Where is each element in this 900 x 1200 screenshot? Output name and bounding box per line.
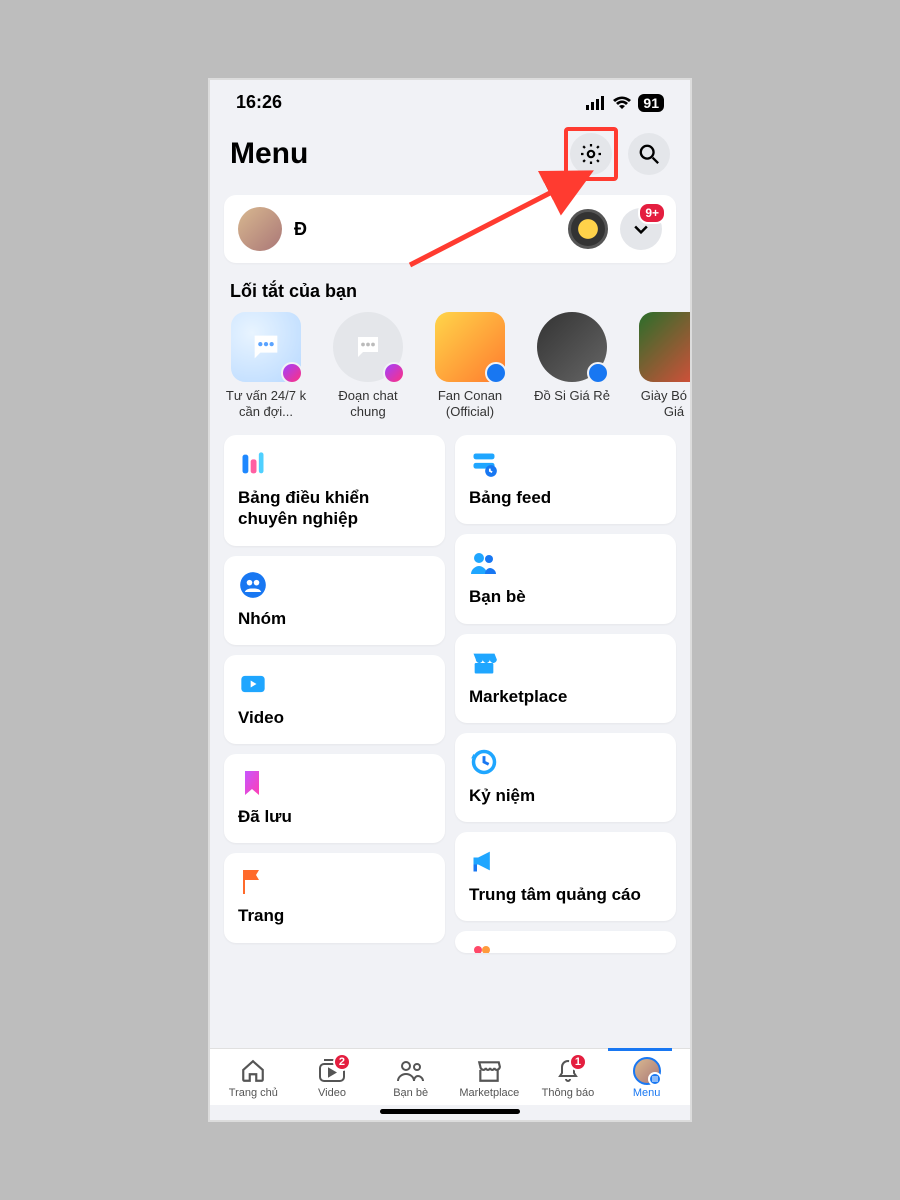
group-image xyxy=(537,312,607,382)
story-ring-icon[interactable] xyxy=(568,209,608,249)
tile-label: Bảng feed xyxy=(469,487,662,508)
profile-name: Đ xyxy=(294,219,556,240)
feed-icon xyxy=(469,449,499,479)
home-indicator xyxy=(380,1109,520,1114)
nav-video[interactable]: 2 Video xyxy=(297,1057,367,1099)
shortcut-label: Fan Conan (Official) xyxy=(428,388,512,419)
tile-partial[interactable] xyxy=(455,931,676,953)
tile-label: Đã lưu xyxy=(238,806,431,827)
group-badge-icon xyxy=(587,362,609,384)
shortcut-label: Đoạn chat chung xyxy=(326,388,410,419)
nav-label: Bạn bè xyxy=(393,1087,428,1099)
search-button[interactable] xyxy=(628,133,670,175)
tile-ads[interactable]: Trung tâm quảng cáo xyxy=(455,832,676,921)
group-image xyxy=(435,312,505,382)
nav-label: Thông báo xyxy=(542,1087,595,1099)
groups-icon xyxy=(238,570,268,600)
shortcut-item[interactable]: Giày Bó Đá Giá xyxy=(632,312,690,419)
tile-label: Nhóm xyxy=(238,608,431,629)
settings-button[interactable] xyxy=(570,133,612,175)
video-icon xyxy=(238,669,268,699)
wifi-icon xyxy=(612,96,632,110)
shortcut-label: Đồ Si Giá Rẻ xyxy=(530,388,614,404)
tile-label: Trang xyxy=(238,905,431,926)
shortcut-label: Giày Bó Đá Giá xyxy=(632,388,690,419)
page-title: Menu xyxy=(230,137,308,171)
profile-avatar xyxy=(238,207,282,251)
tile-dashboard[interactable]: Bảng điều khiển chuyên nghiệp xyxy=(224,435,445,546)
shortcuts-title: Lối tắt của bạn xyxy=(210,263,690,312)
nav-menu[interactable]: Menu xyxy=(612,1057,682,1099)
messenger-badge-icon xyxy=(383,362,405,384)
tile-video[interactable]: Video xyxy=(224,655,445,744)
status-right: 91 xyxy=(586,94,664,112)
clock-icon xyxy=(469,747,499,777)
tile-memories[interactable]: Kỷ niệm xyxy=(455,733,676,822)
signal-icon xyxy=(586,96,606,110)
phone-screen: 16:26 91 Menu Đ 9+ xyxy=(210,80,690,1120)
shortcuts-row[interactable]: Tư vấn 24/7 k cần đợi... Đoạn chat chung… xyxy=(210,312,690,419)
chat-bubble-icon xyxy=(333,312,403,382)
partial-icon xyxy=(469,935,499,953)
tile-saved[interactable]: Đã lưu xyxy=(224,754,445,843)
tile-label: Marketplace xyxy=(469,686,662,707)
tile-groups[interactable]: Nhóm xyxy=(224,556,445,645)
accounts-switcher-button[interactable]: 9+ xyxy=(620,208,662,250)
friends-nav-icon xyxy=(396,1059,426,1083)
group-badge-icon xyxy=(485,362,507,384)
nav-friends[interactable]: Bạn bè xyxy=(376,1057,446,1099)
shortcut-item[interactable]: Tư vấn 24/7 k cần đợi... xyxy=(224,312,308,419)
page-header: Menu xyxy=(210,119,690,195)
tile-pages[interactable]: Trang xyxy=(224,853,445,942)
friends-icon xyxy=(469,548,499,578)
tile-label: Bảng điều khiển chuyên nghiệp xyxy=(238,487,431,530)
status-time: 16:26 xyxy=(236,92,282,113)
bookmark-icon xyxy=(238,768,268,798)
menu-grid: Bảng điều khiển chuyên nghiệp Nhóm Video… xyxy=(210,419,690,1048)
group-image xyxy=(639,312,690,382)
bottom-nav: Trang chủ 2 Video Bạn bè Marketplace 1 T… xyxy=(210,1048,690,1105)
marketplace-icon xyxy=(469,648,499,678)
header-actions xyxy=(564,127,670,181)
shortcut-item[interactable]: Đoạn chat chung xyxy=(326,312,410,419)
nav-label: Trang chủ xyxy=(229,1087,278,1099)
nav-video-badge: 2 xyxy=(333,1053,351,1071)
chat-bubble-icon xyxy=(231,312,301,382)
profile-card[interactable]: Đ 9+ xyxy=(224,195,676,263)
gear-icon xyxy=(579,142,603,166)
tile-label: Video xyxy=(238,707,431,728)
flag-icon xyxy=(238,867,268,897)
tile-label: Bạn bè xyxy=(469,586,662,607)
nav-notifications[interactable]: 1 Thông báo xyxy=(533,1057,603,1099)
search-icon xyxy=(638,143,660,165)
home-icon xyxy=(240,1058,266,1084)
grid-col-right: Bảng feed Bạn bè Marketplace Kỷ niệm Tru… xyxy=(455,435,676,1048)
battery-level: 91 xyxy=(638,94,664,112)
nav-label: Video xyxy=(318,1087,346,1099)
tile-marketplace[interactable]: Marketplace xyxy=(455,634,676,723)
menu-lines-icon xyxy=(648,1072,662,1086)
accounts-badge: 9+ xyxy=(638,202,666,224)
dashboard-icon xyxy=(238,449,268,479)
status-bar: 16:26 91 xyxy=(210,80,690,119)
megaphone-icon xyxy=(469,846,499,876)
settings-highlight xyxy=(564,127,618,181)
nav-home[interactable]: Trang chủ xyxy=(218,1057,288,1099)
grid-col-left: Bảng điều khiển chuyên nghiệp Nhóm Video… xyxy=(224,435,445,1048)
tile-label: Trung tâm quảng cáo xyxy=(469,884,662,905)
shortcut-label: Tư vấn 24/7 k cần đợi... xyxy=(224,388,308,419)
nav-label: Marketplace xyxy=(459,1087,519,1099)
menu-avatar-icon xyxy=(633,1057,661,1085)
messenger-badge-icon xyxy=(281,362,303,384)
tile-label: Kỷ niệm xyxy=(469,785,662,806)
tile-feed[interactable]: Bảng feed xyxy=(455,435,676,524)
marketplace-nav-icon xyxy=(475,1058,503,1084)
tile-friends[interactable]: Bạn bè xyxy=(455,534,676,623)
shortcut-item[interactable]: Fan Conan (Official) xyxy=(428,312,512,419)
nav-label: Menu xyxy=(633,1087,661,1099)
nav-marketplace[interactable]: Marketplace xyxy=(454,1057,524,1099)
shortcut-item[interactable]: Đồ Si Giá Rẻ xyxy=(530,312,614,419)
nav-active-indicator xyxy=(608,1048,672,1051)
nav-notif-badge: 1 xyxy=(569,1053,587,1071)
